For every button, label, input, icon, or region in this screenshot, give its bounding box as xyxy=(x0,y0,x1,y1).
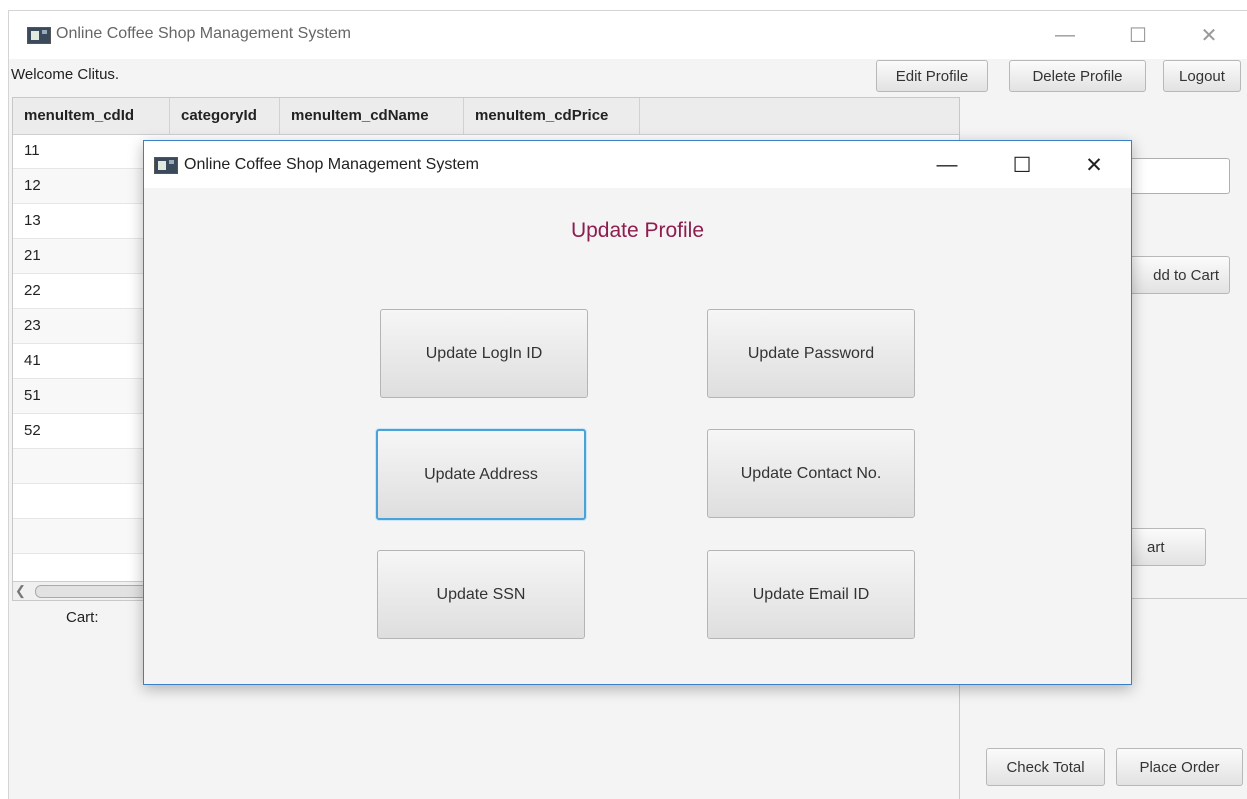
place-order-button[interactable]: Place Order xyxy=(1116,748,1243,786)
dialog-close-icon[interactable]: ✕ xyxy=(1071,141,1117,189)
update-contact-button[interactable]: Update Contact No. xyxy=(707,429,915,518)
app-window-icon xyxy=(27,27,51,44)
update-address-button[interactable]: Update Address xyxy=(376,429,586,520)
update-password-button[interactable]: Update Password xyxy=(707,309,915,398)
welcome-text: Welcome Clitus. xyxy=(11,66,120,83)
dialog-heading: Update Profile xyxy=(570,219,705,242)
logout-button[interactable]: Logout xyxy=(1163,60,1241,92)
delete-profile-button[interactable]: Delete Profile xyxy=(1009,60,1146,92)
maximize-icon[interactable]: ☐ xyxy=(1115,11,1161,59)
update-ssn-button[interactable]: Update SSN xyxy=(377,550,585,639)
check-total-button[interactable]: Check Total xyxy=(986,748,1105,786)
dialog-minimize-icon[interactable]: — xyxy=(924,141,970,189)
dialog-window-icon xyxy=(154,157,178,174)
main-window-title: Online Coffee Shop Management System xyxy=(56,25,351,42)
dialog-maximize-icon[interactable]: ☐ xyxy=(999,141,1045,189)
column-header-category-id[interactable]: categoryId xyxy=(170,98,280,134)
column-header-menuitem-price[interactable]: menuItem_cdPrice xyxy=(464,98,640,134)
column-header-menuitem-id[interactable]: menuItem_cdId xyxy=(13,98,170,134)
table-header: menuItem_cdId categoryId menuItem_cdName… xyxy=(13,98,959,135)
close-icon[interactable]: ✕ xyxy=(1186,11,1232,59)
update-email-button[interactable]: Update Email ID xyxy=(707,550,915,639)
minimize-icon[interactable]: — xyxy=(1042,11,1088,59)
dialog-title-bar: Online Coffee Shop Management System — ☐… xyxy=(144,141,1131,188)
edit-profile-button[interactable]: Edit Profile xyxy=(876,60,988,92)
update-login-id-button[interactable]: Update LogIn ID xyxy=(380,309,588,398)
dialog-window-title: Online Coffee Shop Management System xyxy=(184,156,479,173)
update-profile-dialog: Online Coffee Shop Management System — ☐… xyxy=(143,140,1132,685)
cart-label: Cart: xyxy=(66,609,99,626)
scroll-left-icon[interactable]: ❮ xyxy=(15,582,26,599)
main-title-bar: Online Coffee Shop Management System — ☐… xyxy=(9,11,1247,59)
column-header-menuitem-name[interactable]: menuItem_cdName xyxy=(280,98,464,134)
